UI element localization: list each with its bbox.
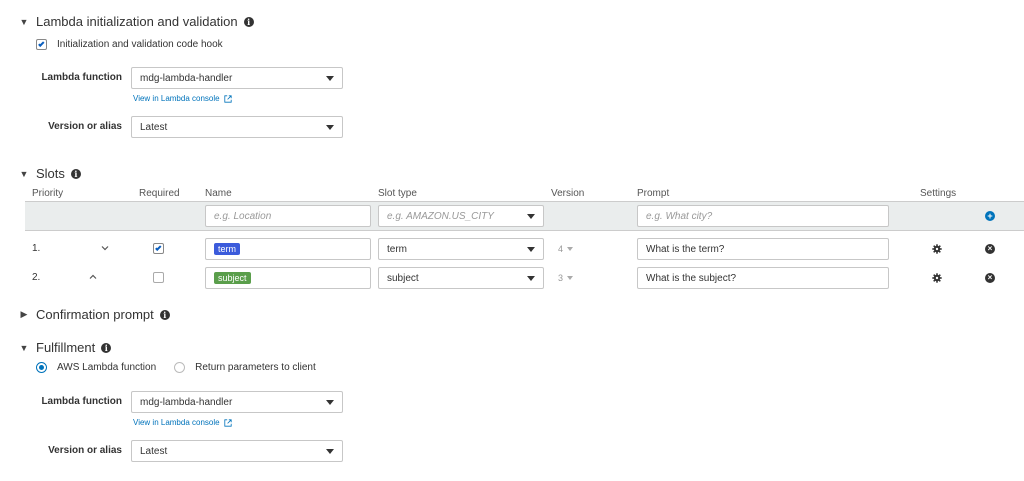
- gear-icon[interactable]: [932, 244, 942, 254]
- fulfillment-version-alias-value: Latest: [140, 445, 168, 457]
- aws-lambda-radio[interactable]: [36, 362, 47, 373]
- version-alias-select[interactable]: Latest: [131, 116, 343, 138]
- slot-type-value: term: [387, 243, 407, 255]
- version-value: 3: [558, 273, 564, 283]
- slots-section-header[interactable]: ▼ Slots i: [18, 166, 81, 181]
- dropdown-arrow-icon: [326, 124, 334, 130]
- collapsed-caret-icon[interactable]: ▶: [18, 309, 30, 320]
- return-params-radio[interactable]: [174, 362, 186, 373]
- dropdown-arrow-icon: [527, 246, 535, 252]
- checkmark-icon: [154, 244, 161, 251]
- slot-type-value: subject: [387, 272, 419, 284]
- dropdown-arrow-icon: [527, 213, 535, 219]
- lambda-function-label: Lambda function: [41, 72, 122, 83]
- fulfillment-view-lambda-console-link[interactable]: View in Lambda console: [133, 418, 232, 427]
- lambda-init-title: Lambda initialization and validation: [36, 14, 238, 29]
- info-icon[interactable]: i: [159, 309, 170, 320]
- slot-row-1-prompt-input[interactable]: What is the term?: [637, 238, 889, 260]
- external-link-icon: [223, 94, 232, 103]
- remove-slot-icon[interactable]: ×: [985, 244, 995, 254]
- col-version: Version: [551, 188, 585, 199]
- chevron-up-icon[interactable]: [89, 274, 97, 280]
- slot-type-placeholder: e.g. AMAZON.US_CITY: [387, 210, 494, 222]
- slot-name-tag: subject: [214, 272, 251, 284]
- dropdown-arrow-icon: [326, 399, 334, 405]
- slot-row-2-priority: 2.: [32, 272, 41, 283]
- confirmation-section-header[interactable]: ▶ Confirmation prompt i: [18, 307, 170, 322]
- col-settings: Settings: [920, 188, 957, 199]
- checkmark-icon: [37, 40, 44, 47]
- view-lambda-console-text: View in Lambda console: [133, 418, 220, 427]
- slot-name-tag: term: [214, 243, 240, 255]
- version-alias-value: Latest: [140, 121, 168, 133]
- add-slot-icon[interactable]: +: [985, 211, 995, 221]
- gear-icon[interactable]: [932, 273, 942, 283]
- version-value: 4: [558, 244, 564, 254]
- remove-slot-icon[interactable]: ×: [985, 273, 995, 283]
- slot-row-2-name-input[interactable]: subject: [205, 267, 371, 289]
- slot-row-2-required-checkbox[interactable]: [153, 272, 164, 283]
- fulfillment-lambda-function-value: mdg-lambda-handler: [140, 396, 233, 408]
- slot-row-1-version-select[interactable]: 4: [558, 244, 574, 254]
- slots-title: Slots: [36, 166, 65, 181]
- name-placeholder: e.g. Location: [214, 210, 272, 222]
- dropdown-arrow-icon: [326, 448, 334, 454]
- aws-lambda-option-label: AWS Lambda function: [57, 362, 157, 373]
- expand-caret-icon[interactable]: ▼: [18, 17, 30, 27]
- col-required: Required: [139, 188, 180, 199]
- dropdown-arrow-icon: [326, 75, 334, 81]
- col-priority: Priority: [32, 188, 64, 199]
- slot-row-2-type-select[interactable]: subject: [378, 267, 544, 289]
- confirmation-title: Confirmation prompt: [36, 307, 154, 322]
- info-icon[interactable]: i: [243, 16, 254, 27]
- fulfillment-lambda-function-label: Lambda function: [41, 396, 122, 407]
- col-slot-type: Slot type: [378, 188, 417, 199]
- return-params-option-label: Return parameters to client: [195, 362, 316, 373]
- expand-caret-icon[interactable]: ▼: [18, 343, 30, 353]
- lambda-init-section-header[interactable]: ▼ Lambda initialization and validation i: [18, 14, 254, 29]
- external-link-icon: [223, 418, 232, 427]
- info-icon[interactable]: i: [70, 168, 81, 179]
- fulfillment-options: AWS Lambda function Return parameters to…: [36, 362, 316, 373]
- prompt-placeholder: e.g. What city?: [646, 210, 713, 222]
- new-slot-prompt-input[interactable]: e.g. What city?: [637, 205, 889, 227]
- slot-row-2-version-select[interactable]: 3: [558, 273, 574, 283]
- new-slot-type-select[interactable]: e.g. AMAZON.US_CITY: [378, 205, 544, 227]
- view-lambda-console-link[interactable]: View in Lambda console: [133, 94, 232, 103]
- slot-row-2-prompt-input[interactable]: What is the subject?: [637, 267, 889, 289]
- prompt-value: What is the term?: [646, 243, 725, 255]
- col-prompt: Prompt: [637, 188, 670, 199]
- lambda-function-value: mdg-lambda-handler: [140, 72, 233, 84]
- slot-row-1-priority: 1.: [32, 243, 41, 254]
- slot-row-1-required-checkbox[interactable]: [153, 243, 164, 254]
- expand-caret-icon[interactable]: ▼: [18, 169, 30, 179]
- new-slot-name-input[interactable]: e.g. Location: [205, 205, 371, 227]
- fulfillment-version-alias-label: Version or alias: [48, 445, 122, 456]
- lambda-function-select[interactable]: mdg-lambda-handler: [131, 67, 343, 89]
- dropdown-arrow-icon: [527, 275, 535, 281]
- init-hook-label: Initialization and validation code hook: [57, 39, 223, 50]
- fulfillment-title: Fulfillment: [36, 340, 96, 355]
- dropdown-arrow-icon: [567, 247, 574, 251]
- fulfillment-lambda-function-select[interactable]: mdg-lambda-handler: [131, 391, 343, 413]
- init-hook-checkbox[interactable]: [36, 39, 47, 50]
- version-alias-label: Version or alias: [48, 121, 122, 132]
- view-lambda-console-text: View in Lambda console: [133, 94, 220, 103]
- slot-row-1-type-select[interactable]: term: [378, 238, 544, 260]
- info-icon[interactable]: i: [101, 342, 112, 353]
- fulfillment-section-header[interactable]: ▼ Fulfillment i: [18, 340, 112, 355]
- init-hook-row: Initialization and validation code hook: [36, 39, 223, 50]
- fulfillment-version-alias-select[interactable]: Latest: [131, 440, 343, 462]
- prompt-value: What is the subject?: [646, 272, 737, 284]
- col-name: Name: [205, 188, 232, 199]
- dropdown-arrow-icon: [567, 276, 574, 280]
- slot-row-1-name-input[interactable]: term: [205, 238, 371, 260]
- chevron-down-icon[interactable]: [101, 245, 109, 251]
